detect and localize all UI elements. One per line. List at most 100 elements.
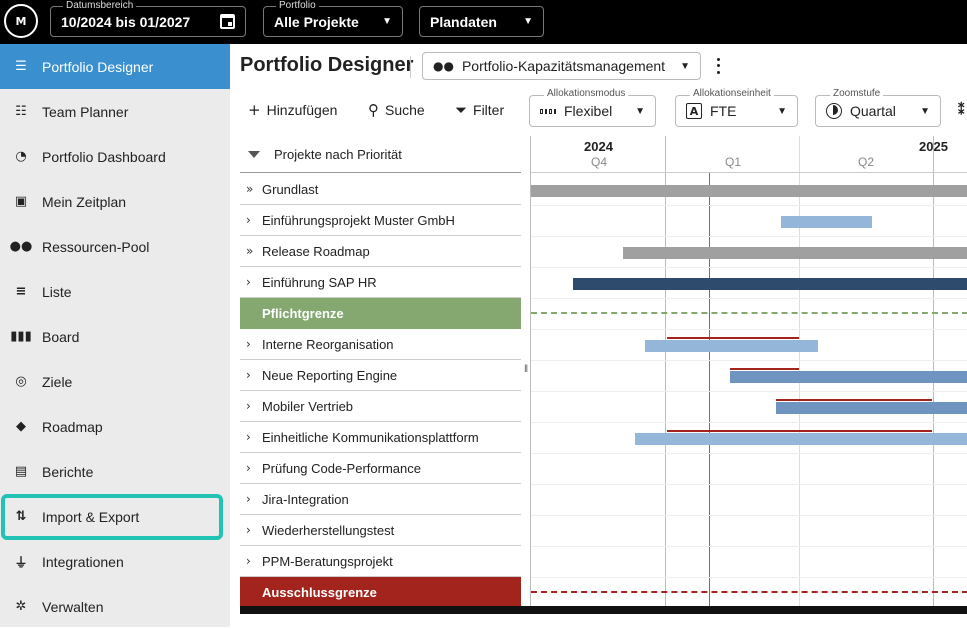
collapse-icon[interactable] xyxy=(248,150,260,158)
threshold-row[interactable]: Ausschlussgrenze xyxy=(240,577,521,608)
capacity-marker xyxy=(667,337,799,339)
gantt-bar[interactable] xyxy=(781,216,872,228)
allocation-unit-value: FTE xyxy=(710,103,737,119)
date-range-field[interactable]: Datumsbereich 10/2024 bis 01/2027 xyxy=(50,0,246,37)
sidebar-item-import-export[interactable]: ⇅ Import & Export xyxy=(0,494,230,539)
chevron-down-icon: ▼ xyxy=(635,105,645,117)
zoom-select[interactable]: Zoomstufe Quartal ▼ xyxy=(815,88,941,127)
search-button[interactable]: ⚲ Suche xyxy=(368,100,425,120)
sidebar-item-portfolio-designer[interactable]: ☰ Portfolio Designer xyxy=(0,44,230,89)
chevron-right-icon[interactable]: › xyxy=(246,399,262,413)
year-label: 2025 xyxy=(919,139,948,154)
chevron-down-icon: ▼ xyxy=(382,16,392,27)
gantt-bar[interactable] xyxy=(635,433,967,445)
gantt-bar[interactable] xyxy=(776,402,967,414)
portfolio-value: Alle Projekte xyxy=(274,13,359,30)
row-gridline xyxy=(531,546,967,547)
chevron-right-icon[interactable]: › xyxy=(246,430,262,444)
divider xyxy=(410,56,411,78)
sidebar-item-integrationen[interactable]: ⏚ Integrationen xyxy=(0,539,230,584)
more-options-icon[interactable] xyxy=(712,56,724,76)
search-button-label: Suche xyxy=(385,102,425,118)
sidebar-item-label: Roadmap xyxy=(42,418,103,435)
row-gridline xyxy=(531,453,967,454)
page-title: Portfolio Designer xyxy=(240,54,414,76)
double-chevron-icon[interactable]: » xyxy=(246,244,262,258)
allocation-unit-select[interactable]: Allokationseinheit A FTE ▼ xyxy=(675,88,798,127)
gantt-bar[interactable] xyxy=(573,278,967,290)
row-label: Ausschlussgrenze xyxy=(262,585,377,600)
gantt-bar[interactable] xyxy=(623,247,967,259)
sidebar-item-roadmap[interactable]: ◆ Roadmap xyxy=(0,404,230,449)
row-gridline xyxy=(531,267,967,268)
gantt-timeline: 2024 2025 Q4 Q1 Q2 xyxy=(530,136,967,606)
row-gridline xyxy=(531,298,967,299)
view-select[interactable]: ●● Portfolio-Kapazitätsmanagement ▼ xyxy=(422,52,701,80)
capacity-marker xyxy=(730,368,799,370)
sidebar-item-ziele[interactable]: ◎ Ziele xyxy=(0,359,230,404)
sidebar-item-ressourcen-pool[interactable]: ●● Ressourcen-Pool xyxy=(0,224,230,269)
gantt-bar[interactable] xyxy=(531,185,967,197)
project-row[interactable]: » Grundlast xyxy=(240,174,521,205)
sidebar-item-team-planner[interactable]: ☷ Team Planner xyxy=(0,89,230,134)
chevron-right-icon[interactable]: › xyxy=(246,337,262,351)
project-row[interactable]: › Einführung SAP HR xyxy=(240,267,521,298)
sidebar-item-portfolio-dashboard[interactable]: ◔ Portfolio Dashboard xyxy=(0,134,230,179)
project-row[interactable]: › Neue Reporting Engine xyxy=(240,360,521,391)
dashboard-icon: ◔ xyxy=(15,149,27,164)
sidebar-item-board[interactable]: ▮▮▮ Board xyxy=(0,314,230,359)
app-logo[interactable]: M xyxy=(4,4,38,38)
chevron-down-icon: ▼ xyxy=(523,16,533,27)
project-row[interactable]: › Interne Reorganisation xyxy=(240,329,521,360)
allocation-unit-label: Allokationseinheit xyxy=(690,88,774,100)
row-label: Mobiler Vertrieb xyxy=(262,398,354,414)
threshold-row[interactable]: Pflichtgrenze xyxy=(240,298,521,329)
sidebar-item-mein-zeitplan[interactable]: ▣ Mein Zeitplan xyxy=(0,179,230,224)
portfolio-select[interactable]: Portfolio Alle Projekte ▼ xyxy=(263,0,403,37)
plus-icon: + xyxy=(248,101,261,119)
gantt-bar[interactable] xyxy=(730,371,967,383)
project-row[interactable]: › Mobiler Vertrieb xyxy=(240,391,521,422)
capacity-marker xyxy=(667,430,932,432)
project-row[interactable]: › PPM-Beratungsprojekt xyxy=(240,546,521,577)
filter-button[interactable]: ⏷ Filter xyxy=(455,100,504,120)
calendar-icon[interactable] xyxy=(220,14,235,29)
add-button[interactable]: + Hinzufügen xyxy=(248,100,337,120)
chevron-down-icon: ▼ xyxy=(920,105,930,117)
row-label: Interne Reorganisation xyxy=(262,336,394,352)
project-row[interactable]: » Release Roadmap xyxy=(240,236,521,267)
resize-handle-icon[interactable]: ‖ xyxy=(524,364,528,375)
sidebar-item-label: Portfolio Designer xyxy=(42,58,154,75)
double-chevron-icon[interactable]: » xyxy=(246,182,262,196)
project-row[interactable]: › Jira-Integration xyxy=(240,484,521,515)
chevron-down-icon: ▼ xyxy=(680,60,690,72)
list-header[interactable]: Projekte nach Priorität xyxy=(240,136,521,173)
gantt-bar[interactable] xyxy=(645,340,818,352)
sidebar-item-label: Integrationen xyxy=(42,553,124,570)
allocation-mode-select[interactable]: Allokationsmodus Flexibel ▼ xyxy=(529,88,656,127)
chevron-right-icon[interactable]: › xyxy=(246,492,262,506)
horizontal-scrollbar[interactable] xyxy=(240,606,967,614)
chevron-right-icon[interactable]: › xyxy=(246,554,262,568)
project-row[interactable]: › Prüfung Code-Performance xyxy=(240,453,521,484)
chevron-right-icon[interactable]: › xyxy=(246,523,262,537)
zoom-icon xyxy=(826,103,842,119)
project-row[interactable]: › Wiederherstellungstest xyxy=(240,515,521,546)
chevron-right-icon[interactable]: › xyxy=(246,213,262,227)
sidebar-item-liste[interactable]: ≡ Liste xyxy=(0,269,230,314)
chevron-right-icon[interactable]: › xyxy=(246,368,262,382)
sidebar-item-label: Board xyxy=(42,328,80,345)
list-icon: ≡ xyxy=(15,284,27,299)
project-row[interactable]: › Einheitliche Kommunikationsplattform xyxy=(240,422,521,453)
row-label: Einheitliche Kommunikationsplattform xyxy=(262,429,479,445)
chevron-right-icon[interactable]: › xyxy=(246,461,262,475)
project-row[interactable]: › Einführungsprojekt Muster GmbH xyxy=(240,205,521,236)
sidebar-item-label: Mein Zeitplan xyxy=(42,193,127,210)
sidebar-item-verwalten[interactable]: ✲ Verwalten xyxy=(0,584,230,629)
sidebar-item-berichte[interactable]: ▤ Berichte xyxy=(0,449,230,494)
top-bar: M Datumsbereich 10/2024 bis 01/2027 Port… xyxy=(0,0,967,44)
quarter-label: Q4 xyxy=(591,155,608,169)
data-type-select[interactable]: Plandaten ▼ xyxy=(419,6,544,37)
overflow-icon[interactable]: ⁑ xyxy=(958,102,965,118)
chevron-right-icon[interactable]: › xyxy=(246,275,262,289)
